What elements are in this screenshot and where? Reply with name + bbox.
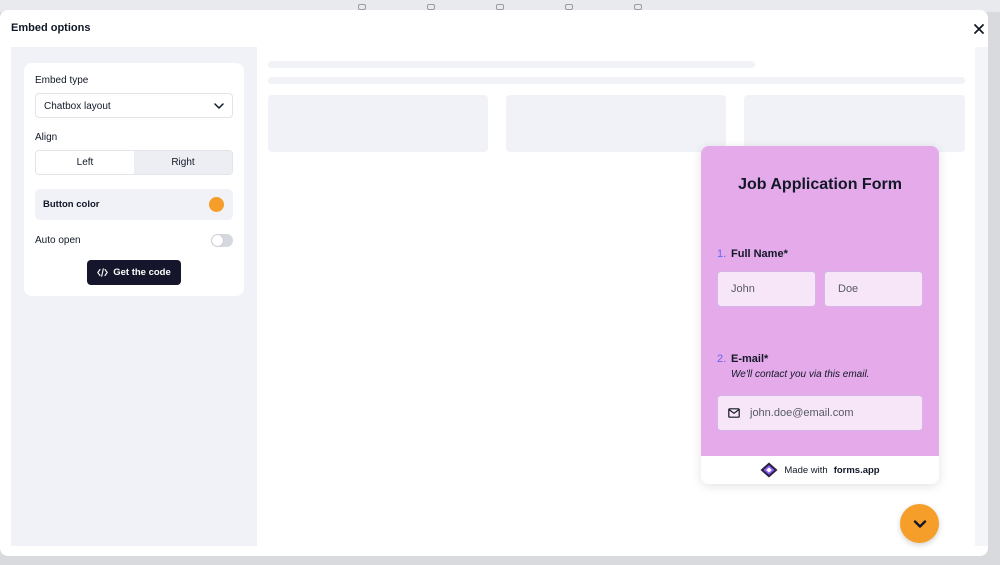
forms-app-logo-icon — [760, 462, 778, 478]
first-name-input[interactable]: John — [717, 271, 816, 307]
chatbox-toggle-button[interactable] — [900, 504, 939, 543]
skeleton-line — [268, 61, 755, 68]
modal-header: Embed options — [0, 10, 988, 48]
button-color-picker[interactable]: Button color — [35, 189, 233, 220]
preview-scrollbar[interactable] — [975, 47, 988, 546]
required-mark: * — [783, 248, 788, 260]
button-color-label: Button color — [43, 199, 100, 210]
mail-icon — [728, 408, 740, 418]
form-footer[interactable]: Made with forms.app — [701, 456, 939, 484]
form-title: Job Application Form — [738, 176, 902, 193]
auto-open-toggle[interactable] — [211, 234, 233, 247]
close-button[interactable] — [971, 21, 987, 37]
code-icon — [97, 268, 108, 277]
align-label: Align — [35, 132, 58, 143]
close-icon — [974, 24, 984, 34]
skeleton-block — [506, 95, 726, 152]
chevron-down-icon — [913, 519, 926, 528]
skeleton-line — [268, 77, 965, 84]
question-number: 1. — [717, 248, 727, 260]
embed-options-modal: Embed options Embed type Chatbox layout … — [0, 10, 988, 556]
question-label: E-mail* — [731, 353, 769, 365]
embed-type-value: Chatbox layout — [44, 101, 111, 112]
align-segmented-control: Left Right — [35, 150, 233, 175]
last-name-input[interactable]: Doe — [824, 271, 923, 307]
question-label: Full Name* — [731, 248, 788, 260]
footer-brand: forms.app — [833, 464, 880, 476]
embed-type-select[interactable]: Chatbox layout — [35, 93, 233, 118]
email-input[interactable]: john.doe@email.com — [717, 395, 923, 431]
auto-open-label: Auto open — [35, 235, 81, 246]
question-number: 2. — [717, 353, 727, 365]
chevron-down-icon — [214, 103, 224, 109]
skeleton-block — [268, 95, 488, 152]
button-color-swatch[interactable] — [209, 197, 224, 212]
settings-card: Embed type Chatbox layout Align Left Rig… — [24, 63, 244, 296]
modal-title: Embed options — [11, 22, 91, 34]
email-placeholder: john.doe@email.com — [750, 407, 854, 419]
last-name-placeholder: Doe — [838, 283, 859, 295]
footer-made-with: Made with — [784, 464, 828, 476]
question-description: We'll contact you via this email. — [731, 369, 870, 380]
required-mark: * — [764, 353, 769, 365]
align-right-button[interactable]: Right — [134, 151, 232, 174]
toggle-knob — [212, 235, 223, 246]
chatbox-form-preview: Job Application Form 1. Full Name* John … — [701, 146, 939, 484]
embed-type-label: Embed type — [35, 75, 89, 86]
get-the-code-label: Get the code — [113, 267, 171, 278]
first-name-placeholder: John — [731, 283, 755, 295]
align-left-button[interactable]: Left — [36, 151, 134, 174]
form-body: Job Application Form 1. Full Name* John … — [701, 146, 939, 456]
get-the-code-button[interactable]: Get the code — [87, 260, 181, 285]
settings-panel: Embed type Chatbox layout Align Left Rig… — [11, 47, 257, 546]
skeleton-block — [744, 95, 965, 152]
